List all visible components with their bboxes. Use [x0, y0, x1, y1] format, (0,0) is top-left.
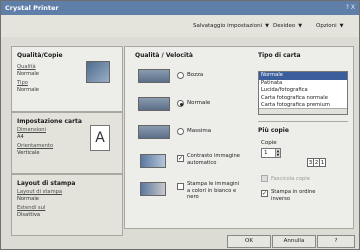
grayscale-label: Stampa le immagini a colori in bianco e … — [187, 181, 240, 200]
radio-draft-label: Bozza — [187, 72, 204, 78]
radio-best-label: Massima — [187, 128, 212, 134]
radio-normal-label: Normale — [187, 100, 211, 106]
menu-bar: Salvataggio impostazioni ▼ Desideo ▼ Opzio… — [1, 15, 359, 37]
paper-type-title: Tipo di carta — [258, 52, 301, 59]
collate-label: Fascicola copie — [271, 176, 310, 182]
reverse-order-label: Stampa in ordine inverso — [271, 189, 316, 202]
printer-dialog: Crystal Printer ? X Salvataggio impostaz… — [0, 0, 360, 250]
grayscale-checkbox[interactable] — [177, 183, 184, 190]
list-item[interactable]: Carta fotografica normale — [259, 95, 347, 103]
bw-preview-icon — [140, 182, 166, 196]
collate-preview-icon: 321 — [307, 158, 326, 167]
copies-value: 1 — [264, 150, 268, 156]
menu-save-settings[interactable]: Salvataggio impostazioni ▼ — [193, 23, 269, 29]
type-value: Normale — [17, 87, 39, 93]
quality-preview-icon — [86, 61, 110, 83]
section-paper-setup[interactable]: Impostazione carta Dimensioni A4 Orienta… — [11, 112, 123, 174]
menu-label: Opzioni — [316, 23, 337, 29]
menu-label: Desideo — [273, 23, 296, 29]
cancel-button[interactable]: Annulla — [272, 235, 316, 248]
section-title: Layout di stampa — [17, 180, 76, 187]
window-title: Crystal Printer — [5, 4, 59, 12]
menu-desideo[interactable]: Desideo ▼ — [273, 23, 302, 29]
title-bar: Crystal Printer ? X — [1, 1, 359, 15]
paper-type-list[interactable]: Normale Patinata Lucida/fotografica Cart… — [258, 71, 348, 115]
divider — [258, 121, 348, 122]
normal-preview-icon — [138, 97, 170, 111]
radio-normal[interactable] — [177, 100, 184, 107]
layout-label[interactable]: Layout di stampa — [17, 189, 62, 195]
title-help-close-icon[interactable]: ? X — [346, 4, 355, 11]
horizontal-scrollbar[interactable] — [259, 108, 347, 114]
type-label[interactable]: Tipo — [17, 80, 28, 86]
help-button[interactable]: ? — [317, 235, 355, 248]
radio-best[interactable] — [177, 128, 184, 135]
orientation-label[interactable]: Orientamento — [17, 143, 53, 149]
menu-label: Salvataggio impostazioni — [193, 23, 263, 29]
stepper-arrows-icon[interactable]: ▲ ▼ — [275, 149, 280, 157]
copies-label: Copie — [261, 140, 277, 146]
ok-button[interactable]: OK — [227, 235, 271, 248]
extend-value: Disattiva — [17, 212, 41, 218]
section-quality-copies[interactable]: Qualità/Copie Qualità Normale Tipo Norma… — [11, 46, 123, 112]
layout-value: Normale — [17, 196, 39, 202]
list-item[interactable]: Lucida/fotografica — [259, 87, 347, 95]
chevron-down-icon: ▼ — [339, 23, 344, 29]
radio-draft[interactable] — [177, 72, 184, 79]
extend-label[interactable]: Estendi sul — [17, 205, 45, 211]
size-label[interactable]: Dimensioni — [17, 127, 46, 133]
contrast-label: Contrasto immagine automatico — [187, 153, 240, 166]
quality-speed-title: Qualità / Velocità — [135, 52, 193, 59]
best-preview-icon — [138, 125, 170, 139]
quality-label[interactable]: Qualità — [17, 64, 36, 70]
draft-preview-icon — [138, 69, 170, 83]
list-item[interactable]: Normale — [259, 72, 347, 80]
section-title: Impostazione carta — [17, 118, 82, 125]
chevron-down-icon: ▼ — [298, 23, 303, 29]
copies-stepper[interactable]: 1 ▲ ▼ — [261, 148, 281, 158]
copies-title: Più copie — [258, 127, 289, 134]
contrast-preview-icon — [140, 154, 166, 168]
menu-options[interactable]: Opzioni ▼ — [316, 23, 343, 29]
quality-value: Normale — [17, 71, 39, 77]
chevron-down-icon: ▼ — [265, 23, 269, 29]
paper-portrait-icon: A — [90, 125, 110, 151]
reverse-order-checkbox[interactable]: ✓ — [261, 190, 268, 197]
orientation-value: Verticale — [17, 150, 40, 156]
main-panel: Qualità / Velocità Bozza Normale Massima… — [124, 46, 354, 229]
section-title: Qualità/Copie — [17, 52, 63, 59]
left-panel: Qualità/Copie Qualità Normale Tipo Norma… — [11, 46, 123, 236]
size-value: A4 — [17, 134, 24, 140]
section-print-layout[interactable]: Layout di stampa Layout di stampa Normal… — [11, 174, 123, 236]
contrast-checkbox[interactable]: ✓ — [177, 155, 184, 162]
collate-checkbox[interactable] — [261, 175, 268, 182]
list-item[interactable]: Patinata — [259, 80, 347, 88]
